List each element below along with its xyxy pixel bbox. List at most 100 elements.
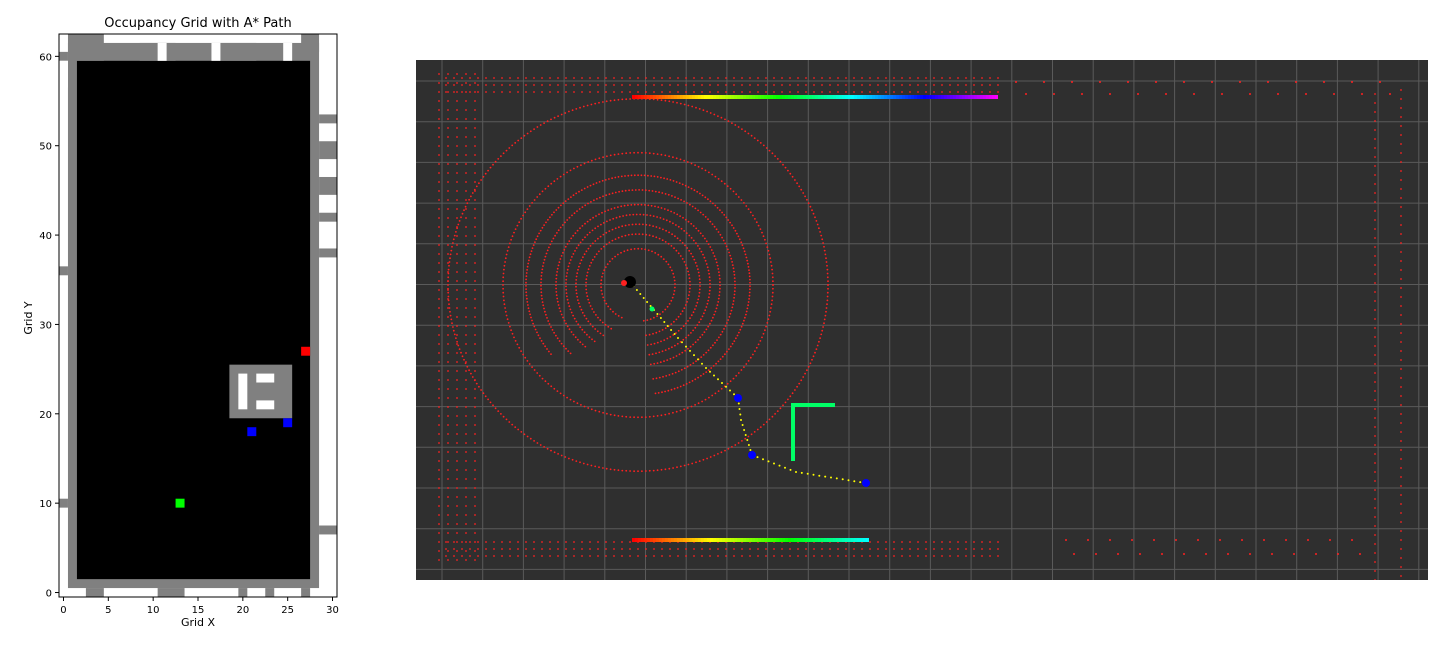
color-gradient-segment xyxy=(737,538,740,542)
color-gradient-segment xyxy=(824,538,827,542)
wall-segment xyxy=(238,588,248,597)
ring-point xyxy=(721,330,724,333)
color-gradient-segment xyxy=(704,538,707,542)
wall-point xyxy=(438,352,440,354)
wall-point xyxy=(1400,395,1402,397)
wall-point xyxy=(1374,282,1376,284)
ring-point xyxy=(575,460,578,462)
ring-point xyxy=(541,226,544,229)
wall-point xyxy=(941,84,943,86)
wall-point xyxy=(1374,417,1376,419)
ring-point xyxy=(633,203,636,206)
wall-point xyxy=(837,555,839,557)
wall-point xyxy=(474,109,476,111)
wall-point xyxy=(1374,462,1376,464)
ring-point xyxy=(671,195,673,197)
ring-point xyxy=(757,343,760,346)
ring-point xyxy=(657,392,660,394)
wall-segment xyxy=(59,266,68,276)
wall-point xyxy=(465,190,467,192)
ring-point xyxy=(698,275,701,277)
wall-point xyxy=(474,523,476,525)
ring-point xyxy=(449,314,452,317)
wall-point xyxy=(438,361,440,363)
color-gradient-segment xyxy=(896,95,899,99)
wall-point xyxy=(1374,516,1376,518)
wall-point xyxy=(725,84,727,86)
obstacle-marker-vertical xyxy=(791,449,795,453)
ring-point xyxy=(750,134,753,137)
ring-point xyxy=(503,299,505,302)
wall-point xyxy=(474,505,476,507)
color-gradient-segment xyxy=(770,538,773,542)
obstacle-marker-vertical xyxy=(791,413,795,417)
wall-point xyxy=(465,73,467,75)
ring-point xyxy=(602,222,605,224)
ring-point xyxy=(825,310,827,313)
wall-point xyxy=(1374,426,1376,428)
ring-point xyxy=(524,211,527,214)
ring-point xyxy=(608,241,611,244)
wall-point xyxy=(685,555,687,557)
ring-point xyxy=(645,223,648,226)
ring-point xyxy=(679,215,681,218)
ring-point xyxy=(507,246,510,249)
ring-point xyxy=(578,265,580,268)
ring-point xyxy=(804,195,806,198)
ring-point xyxy=(733,293,736,296)
wall-point xyxy=(447,487,449,489)
wall-point xyxy=(438,433,440,435)
ring-point xyxy=(633,416,635,419)
ring-point xyxy=(447,284,449,286)
ring-point xyxy=(565,282,567,284)
ring-point xyxy=(525,281,527,284)
ring-point xyxy=(694,378,697,381)
obstacle-marker-vertical xyxy=(791,441,795,445)
wall-point xyxy=(474,262,476,264)
ring-point xyxy=(452,238,455,241)
wall-point xyxy=(477,84,479,86)
ring-point xyxy=(591,325,594,328)
color-gradient-segment xyxy=(671,95,674,99)
ring-point xyxy=(575,279,578,281)
ring-point xyxy=(663,208,666,210)
ring-point xyxy=(489,166,492,169)
ring-point xyxy=(542,304,545,307)
ring-point xyxy=(566,298,569,301)
ring-point xyxy=(652,469,655,472)
ring-point xyxy=(502,295,505,298)
wall-point xyxy=(1374,399,1376,401)
ring-point xyxy=(660,99,663,102)
wall-point xyxy=(465,82,467,84)
wall-point xyxy=(797,84,799,86)
wall-point xyxy=(1374,156,1376,158)
wall-point xyxy=(1374,138,1376,140)
ring-point xyxy=(583,253,586,256)
ring-point xyxy=(529,437,532,440)
wall-point xyxy=(885,91,887,93)
wall-point xyxy=(853,548,855,550)
ring-point xyxy=(630,174,633,177)
ring-point xyxy=(571,458,574,461)
ring-point xyxy=(526,360,529,362)
wall-point xyxy=(438,325,440,327)
ring-point xyxy=(699,336,702,339)
ring-point xyxy=(525,275,528,278)
ring-point xyxy=(543,122,545,124)
ring-point xyxy=(583,162,586,165)
obstacle-marker-vertical xyxy=(791,417,795,421)
ring-point xyxy=(656,153,659,155)
ring-point xyxy=(686,267,688,270)
ring-point xyxy=(632,213,635,216)
ring-point xyxy=(721,211,723,214)
wall-point xyxy=(485,77,487,79)
ring-point xyxy=(555,284,557,287)
color-gradient-segment xyxy=(794,95,797,99)
ring-point xyxy=(748,269,750,271)
ring-point xyxy=(684,264,687,266)
ring-point xyxy=(714,310,717,313)
wall-point xyxy=(438,532,440,534)
wall-point xyxy=(773,84,775,86)
ring-point xyxy=(706,266,709,269)
wall-point xyxy=(837,91,839,93)
